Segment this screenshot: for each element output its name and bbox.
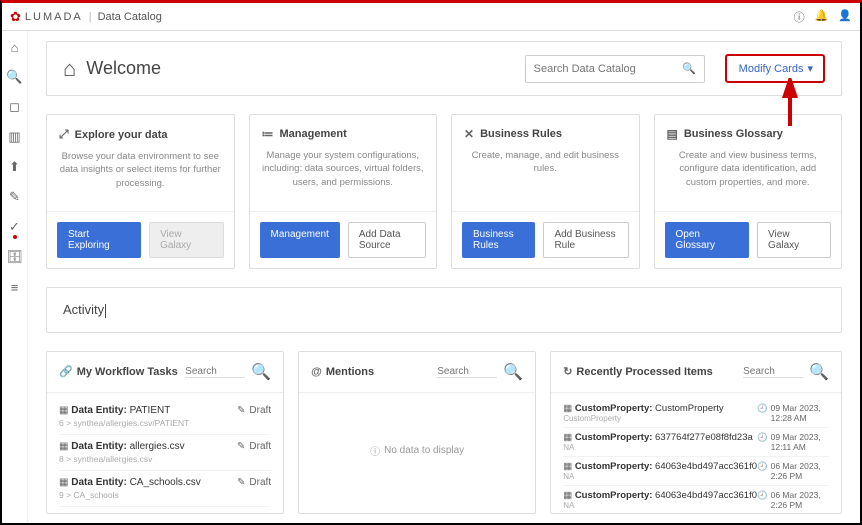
card-desc: Browse your data environment to see data… <box>59 150 222 190</box>
mention-icon: @ <box>311 366 322 378</box>
clock-icon: 🕘 <box>757 403 768 423</box>
card-title: Explore your data <box>75 129 168 141</box>
panel-mentions: @ Mentions 🔍 ⓘ No data to display <box>298 351 536 514</box>
brand-divider: | <box>89 11 92 23</box>
edit-icon[interactable]: ✎ <box>237 441 245 452</box>
add-business-rule-button[interactable]: Add Business Rule <box>543 222 628 258</box>
link-icon: 🔗 <box>59 365 73 378</box>
recent-row[interactable]: ▦ CustomProperty: 64063e4bd497acc361f0NA… <box>563 457 829 486</box>
recent-search-input[interactable] <box>743 366 803 378</box>
nav-search-icon[interactable]: 🔍 <box>7 69 23 85</box>
panel-workflow-tasks: 🔗 My Workflow Tasks 🔍 ▦ Data Entity: PATI… <box>46 351 284 514</box>
card-business-glossary: ▤ Business Glossary Create and view busin… <box>654 114 843 269</box>
nav-manage-icon[interactable]: 🗄 <box>7 249 23 265</box>
rules-icon: ✕ <box>464 127 474 141</box>
view-galaxy-button-2[interactable]: View Galaxy <box>757 222 831 258</box>
workflow-row[interactable]: ▦ Data Entity: PATIENT6 > synthea/allerg… <box>59 399 271 435</box>
cards-row: ⤢ Explore your data Browse your data envi… <box>46 114 842 269</box>
card-explore: ⤢ Explore your data Browse your data envi… <box>46 114 235 269</box>
nav-home-icon[interactable]: ⌂ <box>7 39 23 55</box>
start-exploring-button[interactable]: Start Exploring <box>57 222 141 258</box>
top-bar: ✿ LUMADA | Data Catalog ⓘ 🔔 👤 <box>2 3 860 31</box>
page-title: Welcome <box>86 58 161 79</box>
no-data-label: No data to display <box>384 445 464 456</box>
brand-gear-icon: ✿ <box>10 9 21 25</box>
main-content: ⌂ Welcome 🔍 Modify Cards ▾ ⤢ Explore your… <box>28 31 860 523</box>
recent-icon: ↻ <box>563 365 572 378</box>
side-nav: ⌂ 🔍 ◻ ▥ ⬆ ✎ ✓ 🗄 ≡ <box>2 31 28 523</box>
card-title: Business Glossary <box>684 128 783 140</box>
recent-row[interactable]: ▦ CustomProperty: CustomPropertyCustomPr… <box>563 399 829 428</box>
glossary-icon: ▤ <box>667 127 678 141</box>
management-icon: ≔ <box>262 127 274 141</box>
workflow-row[interactable]: ▦ Data Entity: allergies.csv8 > synthea/… <box>59 435 271 471</box>
management-button[interactable]: Management <box>260 222 340 258</box>
clock-icon: 🕘 <box>757 490 768 510</box>
card-business-rules: ✕ Business Rules Create, manage, and edit… <box>451 114 640 269</box>
workflow-row[interactable]: ▦ Term: test_termUnstructured_Regex > te… <box>59 507 271 513</box>
card-desc: Create and view business terms, configur… <box>667 149 830 189</box>
info-icon: ⓘ <box>370 443 380 458</box>
notifications-icon[interactable]: 🔔 <box>815 9 829 25</box>
recent-row[interactable]: ▦ CustomProperty: 637764f277e08f8fd23aNA… <box>563 428 829 457</box>
view-galaxy-button: View Galaxy <box>149 222 223 258</box>
modify-cards-label: Modify Cards <box>739 63 804 75</box>
user-icon[interactable]: 👤 <box>838 9 852 25</box>
workflow-row[interactable]: ▦ Data Entity: CA_schools.csv9 > CA_scho… <box>59 471 271 507</box>
nav-upload-icon[interactable]: ⬆ <box>7 159 23 175</box>
workflow-search-input[interactable] <box>185 366 245 378</box>
nav-tasks-icon[interactable]: ✓ <box>7 219 23 235</box>
card-desc: Create, manage, and edit business rules. <box>464 149 627 176</box>
home-icon: ⌂ <box>63 56 76 82</box>
nav-list-icon[interactable]: ≡ <box>7 279 23 295</box>
nav-rules-icon[interactable]: ✎ <box>7 189 23 205</box>
edit-icon[interactable]: ✎ <box>237 405 245 416</box>
chevron-down-icon: ▾ <box>807 62 813 75</box>
card-desc: Manage your system configurations, inclu… <box>262 149 425 189</box>
catalog-search-input[interactable] <box>534 63 682 75</box>
catalog-search[interactable]: 🔍 <box>525 55 705 83</box>
panel-title: Mentions <box>326 366 374 378</box>
edit-icon[interactable]: ✎ <box>237 477 245 488</box>
search-icon[interactable]: 🔍 <box>503 362 523 382</box>
search-icon[interactable]: 🔍 <box>251 362 271 382</box>
card-management: ≔ Management Manage your system configura… <box>249 114 438 269</box>
brand-name: LUMADA <box>25 11 83 23</box>
panel-title: My Workflow Tasks <box>77 366 178 378</box>
explore-icon: ⤢ <box>59 127 69 142</box>
search-icon[interactable]: 🔍 <box>682 62 696 75</box>
panel-recent-items: ↻ Recently Processed Items 🔍 ▦ CustomProp… <box>550 351 842 514</box>
clock-icon: 🕘 <box>757 461 768 481</box>
activity-label: Activity <box>63 302 104 317</box>
card-title: Management <box>280 128 347 140</box>
panels-row: 🔗 My Workflow Tasks 🔍 ▦ Data Entity: PATI… <box>46 351 842 514</box>
modify-cards-button[interactable]: Modify Cards ▾ <box>725 54 825 83</box>
product-name: Data Catalog <box>98 11 162 23</box>
nav-catalog-icon[interactable]: ▥ <box>7 129 23 145</box>
activity-section: Activity <box>46 287 842 333</box>
panel-title: Recently Processed Items <box>576 366 712 378</box>
clock-icon: 🕘 <box>757 432 768 452</box>
recent-row[interactable]: ▦ CustomProperty: 64063e4bd497acc361f0NA… <box>563 486 829 513</box>
help-icon[interactable]: ⓘ <box>794 9 805 25</box>
search-icon[interactable]: 🔍 <box>809 362 829 382</box>
nav-bookmark-icon[interactable]: ◻ <box>7 99 23 115</box>
add-data-source-button[interactable]: Add Data Source <box>348 222 426 258</box>
welcome-bar: ⌂ Welcome 🔍 Modify Cards ▾ <box>46 41 842 96</box>
mentions-search-input[interactable] <box>437 366 497 378</box>
open-glossary-button[interactable]: Open Glossary <box>665 222 750 258</box>
business-rules-button[interactable]: Business Rules <box>462 222 535 258</box>
card-title: Business Rules <box>480 128 562 140</box>
